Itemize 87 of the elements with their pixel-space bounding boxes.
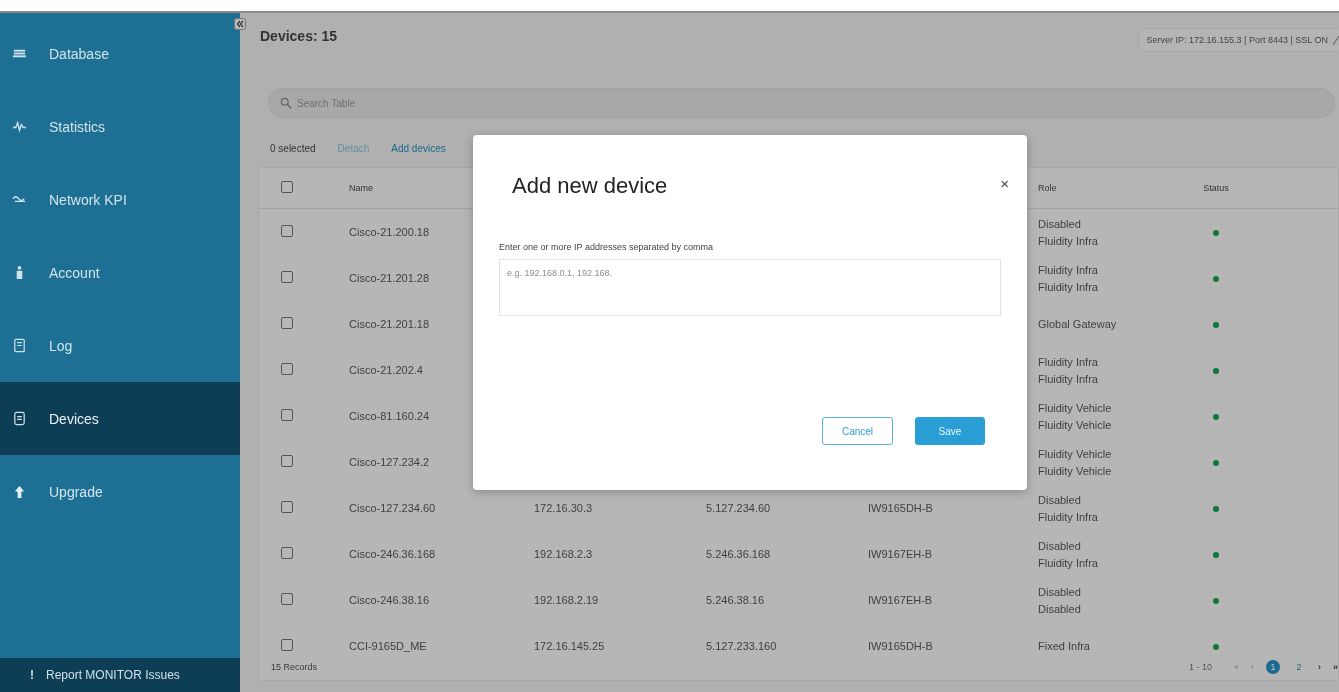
sidebar-item[interactable]: Devices <box>0 382 240 455</box>
table-cell: IW9167EH-B <box>868 548 933 560</box>
report-issues-bar[interactable]: ! Report MONITOR Issues <box>0 658 240 692</box>
table-cell-text: Fluidity Infra <box>1038 372 1099 385</box>
close-button[interactable]: × <box>1000 175 1009 192</box>
table-cell: 5.246.36.168 <box>706 548 771 560</box>
table-cell: 192.168.2.19 <box>534 594 599 606</box>
table-cell-text: Disabled <box>1038 585 1082 598</box>
table-cell-text: Fluidity Vehicle <box>1038 464 1113 477</box>
table-cell: IW9165DH-B <box>868 502 933 514</box>
table-cell: 5.127.233.160 <box>706 640 777 652</box>
table-cell: CCI-9165D_ME <box>349 640 427 652</box>
table-cell: 5.127.234.60 <box>706 502 771 514</box>
table-cell: Cisco-21.201.28 <box>349 272 430 284</box>
table-cell: Cisco-21.202.4 <box>349 364 423 376</box>
table-cell: 172.16.145.25 <box>534 640 605 652</box>
next-page-link[interactable]: › <box>1318 662 1321 672</box>
sidebar-item[interactable]: Network KPI <box>0 163 240 236</box>
cancel-button[interactable]: Cancel <box>822 417 893 445</box>
checkbox[interactable] <box>281 455 293 467</box>
pulse-icon <box>12 119 27 134</box>
checkbox[interactable] <box>281 501 293 513</box>
table-cell-text: Global Gateway <box>1038 318 1118 330</box>
table-cell: 5.246.38.16 <box>706 594 765 606</box>
table-cell-text: Disabled <box>1038 217 1082 230</box>
save-button[interactable]: Save <box>915 417 985 445</box>
table-cell-text: Fluidity Vehicle <box>1038 447 1113 460</box>
table-cell-text: Fluidity Infra <box>1038 234 1099 247</box>
table-cell: Cisco-21.201.18 <box>349 318 430 330</box>
search-field[interactable]: Search Table <box>268 88 1335 118</box>
table-cell: Cisco-127.234.60 <box>349 502 436 514</box>
table-cell: Cisco-246.38.16 <box>349 594 430 606</box>
table-cell: Cisco-246.36.168 <box>349 548 436 560</box>
selection-count: 0 selected <box>270 142 316 154</box>
table-cell-text: Fluidity Infra <box>1038 355 1099 368</box>
table-cell-text: Fluidity Infra <box>1038 263 1099 276</box>
checkbox[interactable] <box>281 409 293 421</box>
last-page-link[interactable]: » <box>1333 662 1338 672</box>
table-cell: IW9165DH-B <box>868 640 933 652</box>
search-icon <box>280 97 292 109</box>
page-link[interactable]: 1 <box>1266 660 1280 674</box>
sidebar-item[interactable]: Statistics <box>0 90 240 163</box>
field-label: Enter one or more IP addresses separated by comma <box>499 242 714 252</box>
table-cell-text: Disabled <box>1038 539 1082 552</box>
sidebar-item[interactable]: Account <box>0 236 240 309</box>
checkbox[interactable] <box>281 547 293 559</box>
table-cell: Cisco-127.234.2 <box>349 456 430 468</box>
table-cell-text: Disabled <box>1038 493 1082 506</box>
table-cell: 192.168.2.3 <box>534 548 593 560</box>
upload-icon <box>12 484 27 499</box>
table-cell-text: Fluidity Infra <box>1038 510 1099 523</box>
checkbox[interactable] <box>281 225 293 237</box>
server-text: Server IP: 172.16.155.3 | Port 8443 | SSL ON <box>1146 35 1328 45</box>
table-cell-text: Fluidity Vehicle <box>1038 418 1113 431</box>
collapse-icon[interactable] <box>234 18 246 30</box>
table-cell-text: Fixed Infra <box>1038 640 1091 652</box>
sidebar-item[interactable]: Upgrade <box>0 455 240 528</box>
record-count: 15 Records <box>271 662 318 672</box>
column-header[interactable]: Role <box>1038 183 1057 193</box>
column-header[interactable]: Status <box>1203 183 1229 193</box>
sidebar-item[interactable]: Database <box>0 17 240 90</box>
table-cell: Cisco-21.200.18 <box>349 226 430 238</box>
table-cell: IW9167EH-B <box>868 594 933 606</box>
table-cell-text: Disabled <box>1038 602 1082 615</box>
page-title: Devices: 15 <box>259 28 338 44</box>
table-cell-text: Fluidity Infra <box>1038 280 1099 293</box>
table-cell-text: Fluidity Infra <box>1038 556 1099 569</box>
toolbar-link[interactable]: Add devices <box>391 142 446 154</box>
column-header[interactable]: Name <box>349 183 373 193</box>
device-icon <box>12 411 27 426</box>
table-cell-text: Fluidity Vehicle <box>1038 401 1113 414</box>
ip-address-field[interactable]: e.g. 192.168.0.1, 192.168. <box>499 259 1001 316</box>
dialog-title: Add new device <box>512 173 668 199</box>
page-range: 1 - 10 <box>1188 662 1212 672</box>
checkbox[interactable] <box>281 181 293 193</box>
checkbox[interactable] <box>281 363 293 375</box>
checkbox[interactable] <box>281 639 293 651</box>
page-link[interactable]: 2 <box>1292 660 1306 674</box>
sidebar-item[interactable]: Log <box>0 309 240 382</box>
table-cell: 172.16.30.3 <box>534 502 593 514</box>
checkbox[interactable] <box>281 317 293 329</box>
checkbox[interactable] <box>281 271 293 283</box>
previous-page-link[interactable]: ‹ <box>1251 662 1254 672</box>
checkbox[interactable] <box>281 593 293 605</box>
table-cell: Cisco-81.160.24 <box>349 410 430 422</box>
first-page-link[interactable]: « <box>1233 662 1239 672</box>
document-icon <box>12 338 27 353</box>
